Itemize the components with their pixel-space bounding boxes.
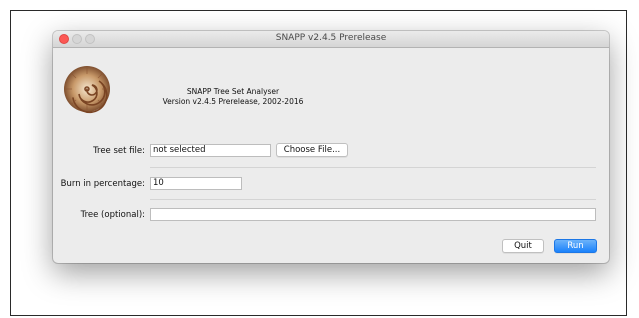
separator <box>150 199 596 200</box>
app-name: SNAPP Tree Set Analyser <box>186 87 280 96</box>
tree-optional-label: Tree (optional): <box>80 210 145 220</box>
burn-in-percentage-label: Burn in percentage: <box>60 179 145 189</box>
choose-file-button[interactable]: Choose File... <box>276 143 348 157</box>
burn-in-percentage-field[interactable]: 10 <box>150 177 242 190</box>
tree-optional-field[interactable] <box>150 208 596 221</box>
quit-button[interactable]: Quit <box>502 239 544 253</box>
app-header: SNAPP Tree Set Analyser Version v2.4.5 P… <box>143 87 323 107</box>
version-line: Version v2.4.5 Prerelease, 2002-2016 <box>162 97 304 106</box>
app-window: SNAPP v2.4.5 Prerelease SNAPP Tree Set A… <box>53 31 609 263</box>
tree-set-file-label: Tree set file: <box>93 146 145 156</box>
title-bar[interactable]: SNAPP v2.4.5 Prerelease <box>53 31 609 48</box>
separator <box>150 167 596 168</box>
tree-set-file-field[interactable]: not selected <box>150 144 271 157</box>
run-button[interactable]: Run <box>554 239 597 253</box>
shell-icon <box>64 66 110 114</box>
window-title: SNAPP v2.4.5 Prerelease <box>275 33 387 43</box>
